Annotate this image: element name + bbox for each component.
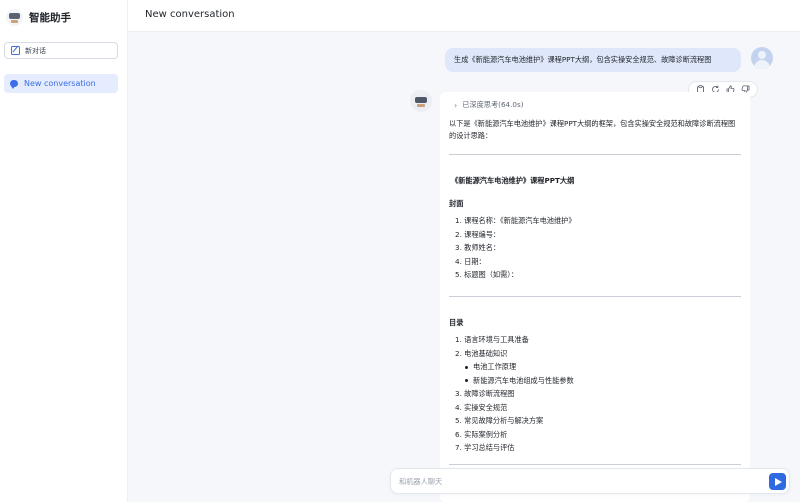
toc-list: 1. 语言环境与工具准备 2. 电池基础知识 电池工作原理 新能源汽车电池组成与… (455, 333, 574, 455)
user-message-text: 生成《新能源汽车电池维护》课程PPT大纲，包含实操安全规范、故障诊断流程图 (454, 55, 712, 64)
divider (449, 464, 741, 465)
list-item: 7. 学习总结与评估 (455, 443, 515, 452)
header: New conversation (128, 0, 800, 32)
chat-input[interactable] (399, 474, 759, 489)
robot-logo-icon (6, 8, 23, 26)
list-item: 5. 标题图（如需）： (455, 270, 519, 279)
thinking-toggle[interactable]: › 已深度思考(64.0s) (454, 99, 524, 111)
bot-intro: 以下是《新能源汽车电池维护》课程PPT大纲的框架，包含实操安全规范和故障诊断流程… (449, 119, 736, 140)
chat-bubble-icon (10, 80, 18, 89)
new-chat-button[interactable]: 新对话 (4, 42, 118, 59)
sub-list-item: 电池工作原理 (455, 360, 574, 374)
outline-title: 《新能源汽车电池维护》课程PPT大纲 (451, 176, 575, 185)
edit-icon (11, 46, 20, 55)
list-item: 5. 常见故障分析与解决方案 (455, 416, 544, 425)
divider (449, 296, 741, 297)
divider (449, 154, 741, 155)
list-item: 3. 故障诊断流程图 (455, 389, 515, 398)
app-name: 智能助手 (29, 11, 71, 24)
list-item: 4. 日期： (455, 256, 486, 266)
sidebar: 智能助手 新对话 New conversation (0, 0, 128, 502)
toc-heading: 目录 (449, 318, 464, 327)
conversation-label: New conversation (24, 79, 96, 88)
page-title: New conversation (145, 9, 235, 20)
list-item: 4. 实操安全规范 (455, 402, 508, 412)
user-message: 生成《新能源汽车电池维护》课程PPT大纲，包含实操安全规范、故障诊断流程图 (445, 48, 741, 72)
list-item: 1. 语言环境与工具准备 (455, 335, 529, 344)
cover-list: 1. 课程名称：《新能源汽车电池维护》 2. 课程编号： 3. 教师姓名： 4.… (455, 214, 576, 282)
user-avatar (751, 47, 773, 69)
sub-list-item: 新能源汽车电池组成与性能参数 (455, 374, 574, 388)
cover-heading: 封面 (449, 199, 464, 208)
chat-area: 生成《新能源汽车电池维护》课程PPT大纲，包含实操安全规范、故障诊断流程图 › … (128, 32, 800, 502)
chevron-right-icon: › (454, 100, 458, 110)
chat-input-bar (390, 468, 790, 494)
list-item: 2. 课程编号： (455, 229, 501, 239)
brand: 智能助手 (6, 7, 71, 27)
new-chat-label: 新对话 (25, 46, 46, 55)
bot-message: › 已深度思考(64.0s) 以下是《新能源汽车电池维护》课程PPT大纲的框架，… (440, 92, 750, 502)
list-item: 3. 教师姓名： (455, 243, 501, 252)
send-icon (775, 477, 782, 486)
send-button[interactable] (769, 473, 786, 490)
conversation-item[interactable]: New conversation (4, 74, 118, 93)
bot-avatar (410, 90, 432, 112)
thinking-label: 已深度思考(64.0s) (462, 100, 524, 109)
list-item: 1. 课程名称：《新能源汽车电池维护》 (455, 216, 576, 225)
list-item: 2. 电池基础知识 (455, 348, 508, 358)
list-item: 6. 实际案例分析 (455, 429, 508, 439)
